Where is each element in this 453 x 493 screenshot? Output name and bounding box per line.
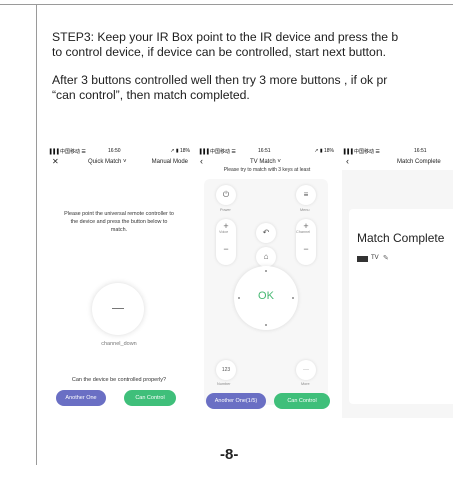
carrier-signal: ▐▐▐ 中国移动 ☰	[48, 149, 86, 155]
volume-down-icon[interactable]: −	[216, 244, 236, 254]
status-bar: ▐▐▐ 中国移动 ☰ 16:50 ↗ ▮ 18%	[46, 146, 192, 156]
another-one-button[interactable]: Another One	[56, 390, 106, 406]
battery-status: ↗ ▮ 18%	[170, 148, 190, 154]
manual-mode-link[interactable]: Manual Mode	[152, 159, 188, 165]
power-icon: ⏻	[222, 190, 230, 199]
match-complete-title: Match Complete	[397, 159, 441, 165]
back-arrow-icon: ↶	[262, 228, 270, 237]
status-bar: ▐▐▐ 中国移动 ☰ 16:51 ↗ ▮ 18%	[198, 146, 336, 156]
home-icon: ⌂	[263, 252, 269, 261]
virtual-remote: ⏻ Power ≡ Menu + − Voice ↶ ⌂ + − Channel…	[204, 179, 328, 405]
status-time: 16:51	[258, 148, 271, 154]
step3-paragraph: STEP3: Keep your IR Box point to the IR …	[52, 30, 453, 60]
status-time: 16:50	[108, 148, 121, 154]
frame-left-line	[36, 4, 37, 465]
home-button[interactable]: ⌂	[256, 247, 276, 267]
voice-label: Voice	[219, 230, 229, 234]
step3-line-2: to control device, if device can be cont…	[52, 45, 386, 59]
number-button[interactable]: 123	[216, 360, 236, 380]
edit-icon[interactable]: ✎	[383, 254, 389, 262]
status-time: 16:51	[414, 148, 427, 154]
more-label: More	[301, 382, 310, 386]
volume-rocker[interactable]: + −	[216, 219, 236, 265]
another-one-button[interactable]: Another One(1/5)	[206, 393, 266, 409]
channel-down-icon[interactable]: −	[296, 244, 316, 254]
quick-match-title[interactable]: Quick Match ˅	[88, 159, 127, 165]
battery-status: ↗ ▮ 18%	[314, 148, 334, 154]
direction-pad[interactable]: OK	[234, 266, 298, 330]
close-icon[interactable]: ✕	[52, 157, 59, 166]
step3-line-1: STEP3: Keep your IR Box point to the IR …	[52, 30, 399, 44]
nav-bar: ✕ Quick Match ˅ Manual Mode	[46, 156, 192, 170]
back-button[interactable]: ↶	[256, 223, 276, 243]
after-paragraph: After 3 buttons controlled well then try…	[52, 73, 453, 103]
nav-bar: ‹ Match Complete	[342, 156, 453, 170]
device-name: TV	[371, 255, 379, 261]
power-button[interactable]: ⏻	[216, 185, 236, 205]
after-line-2: “can control”, then match completed.	[52, 88, 250, 102]
tv-match-screenshot: ▐▐▐ 中国移动 ☰ 16:51 ↗ ▮ 18% ‹ TV Match ˅ Pl…	[198, 146, 336, 418]
match-hint: Please try to match with 3 keys at least	[223, 167, 311, 173]
carrier-signal: ▐▐▐ 中国移动 ☰	[198, 149, 236, 155]
button-name-label: channel_down	[101, 341, 137, 347]
menu-button[interactable]: ≡	[296, 185, 316, 205]
control-question: Can the device be controlled properly?	[71, 377, 167, 383]
can-control-button[interactable]: Can Control	[274, 393, 330, 409]
power-label: Power	[220, 208, 231, 212]
test-button[interactable]	[92, 283, 144, 335]
more-button[interactable]: ···	[296, 360, 316, 380]
back-icon[interactable]: ‹	[346, 156, 349, 166]
channel-rocker[interactable]: + −	[296, 219, 316, 265]
after-line-1: After 3 buttons controlled well then try…	[52, 73, 388, 87]
frame-top-line	[0, 4, 453, 5]
minus-icon	[112, 308, 124, 309]
match-complete-screenshot: ▐▐▐ 中国移动 ☰ 16:51 ‹ Match Complete Match …	[342, 146, 453, 418]
up-dot[interactable]	[265, 270, 267, 272]
page-number: -8-	[220, 446, 239, 463]
tv-match-title[interactable]: TV Match ˅	[250, 159, 281, 165]
down-dot[interactable]	[265, 324, 267, 326]
menu-icon: ≡	[303, 190, 309, 199]
status-bar: ▐▐▐ 中国移动 ☰ 16:51	[342, 146, 453, 156]
can-control-button[interactable]: Can Control	[124, 390, 176, 406]
tv-icon	[357, 256, 368, 262]
card-title: Match Complete	[357, 231, 445, 245]
menu-label: Menu	[300, 208, 310, 212]
back-icon[interactable]: ‹	[200, 156, 203, 166]
channel-label: Channel	[296, 230, 311, 234]
quick-match-screenshot: ▐▐▐ 中国移动 ☰ 16:50 ↗ ▮ 18% ✕ Quick Match ˅…	[46, 146, 192, 418]
ok-button[interactable]: OK	[234, 290, 298, 302]
result-card: Match Complete TV ✎ OK	[349, 209, 453, 404]
carrier-signal: ▐▐▐ 中国移动 ☰	[342, 149, 380, 155]
match-instruction: Please point the universal remote contro…	[64, 211, 174, 233]
number-label: Number	[217, 382, 231, 386]
